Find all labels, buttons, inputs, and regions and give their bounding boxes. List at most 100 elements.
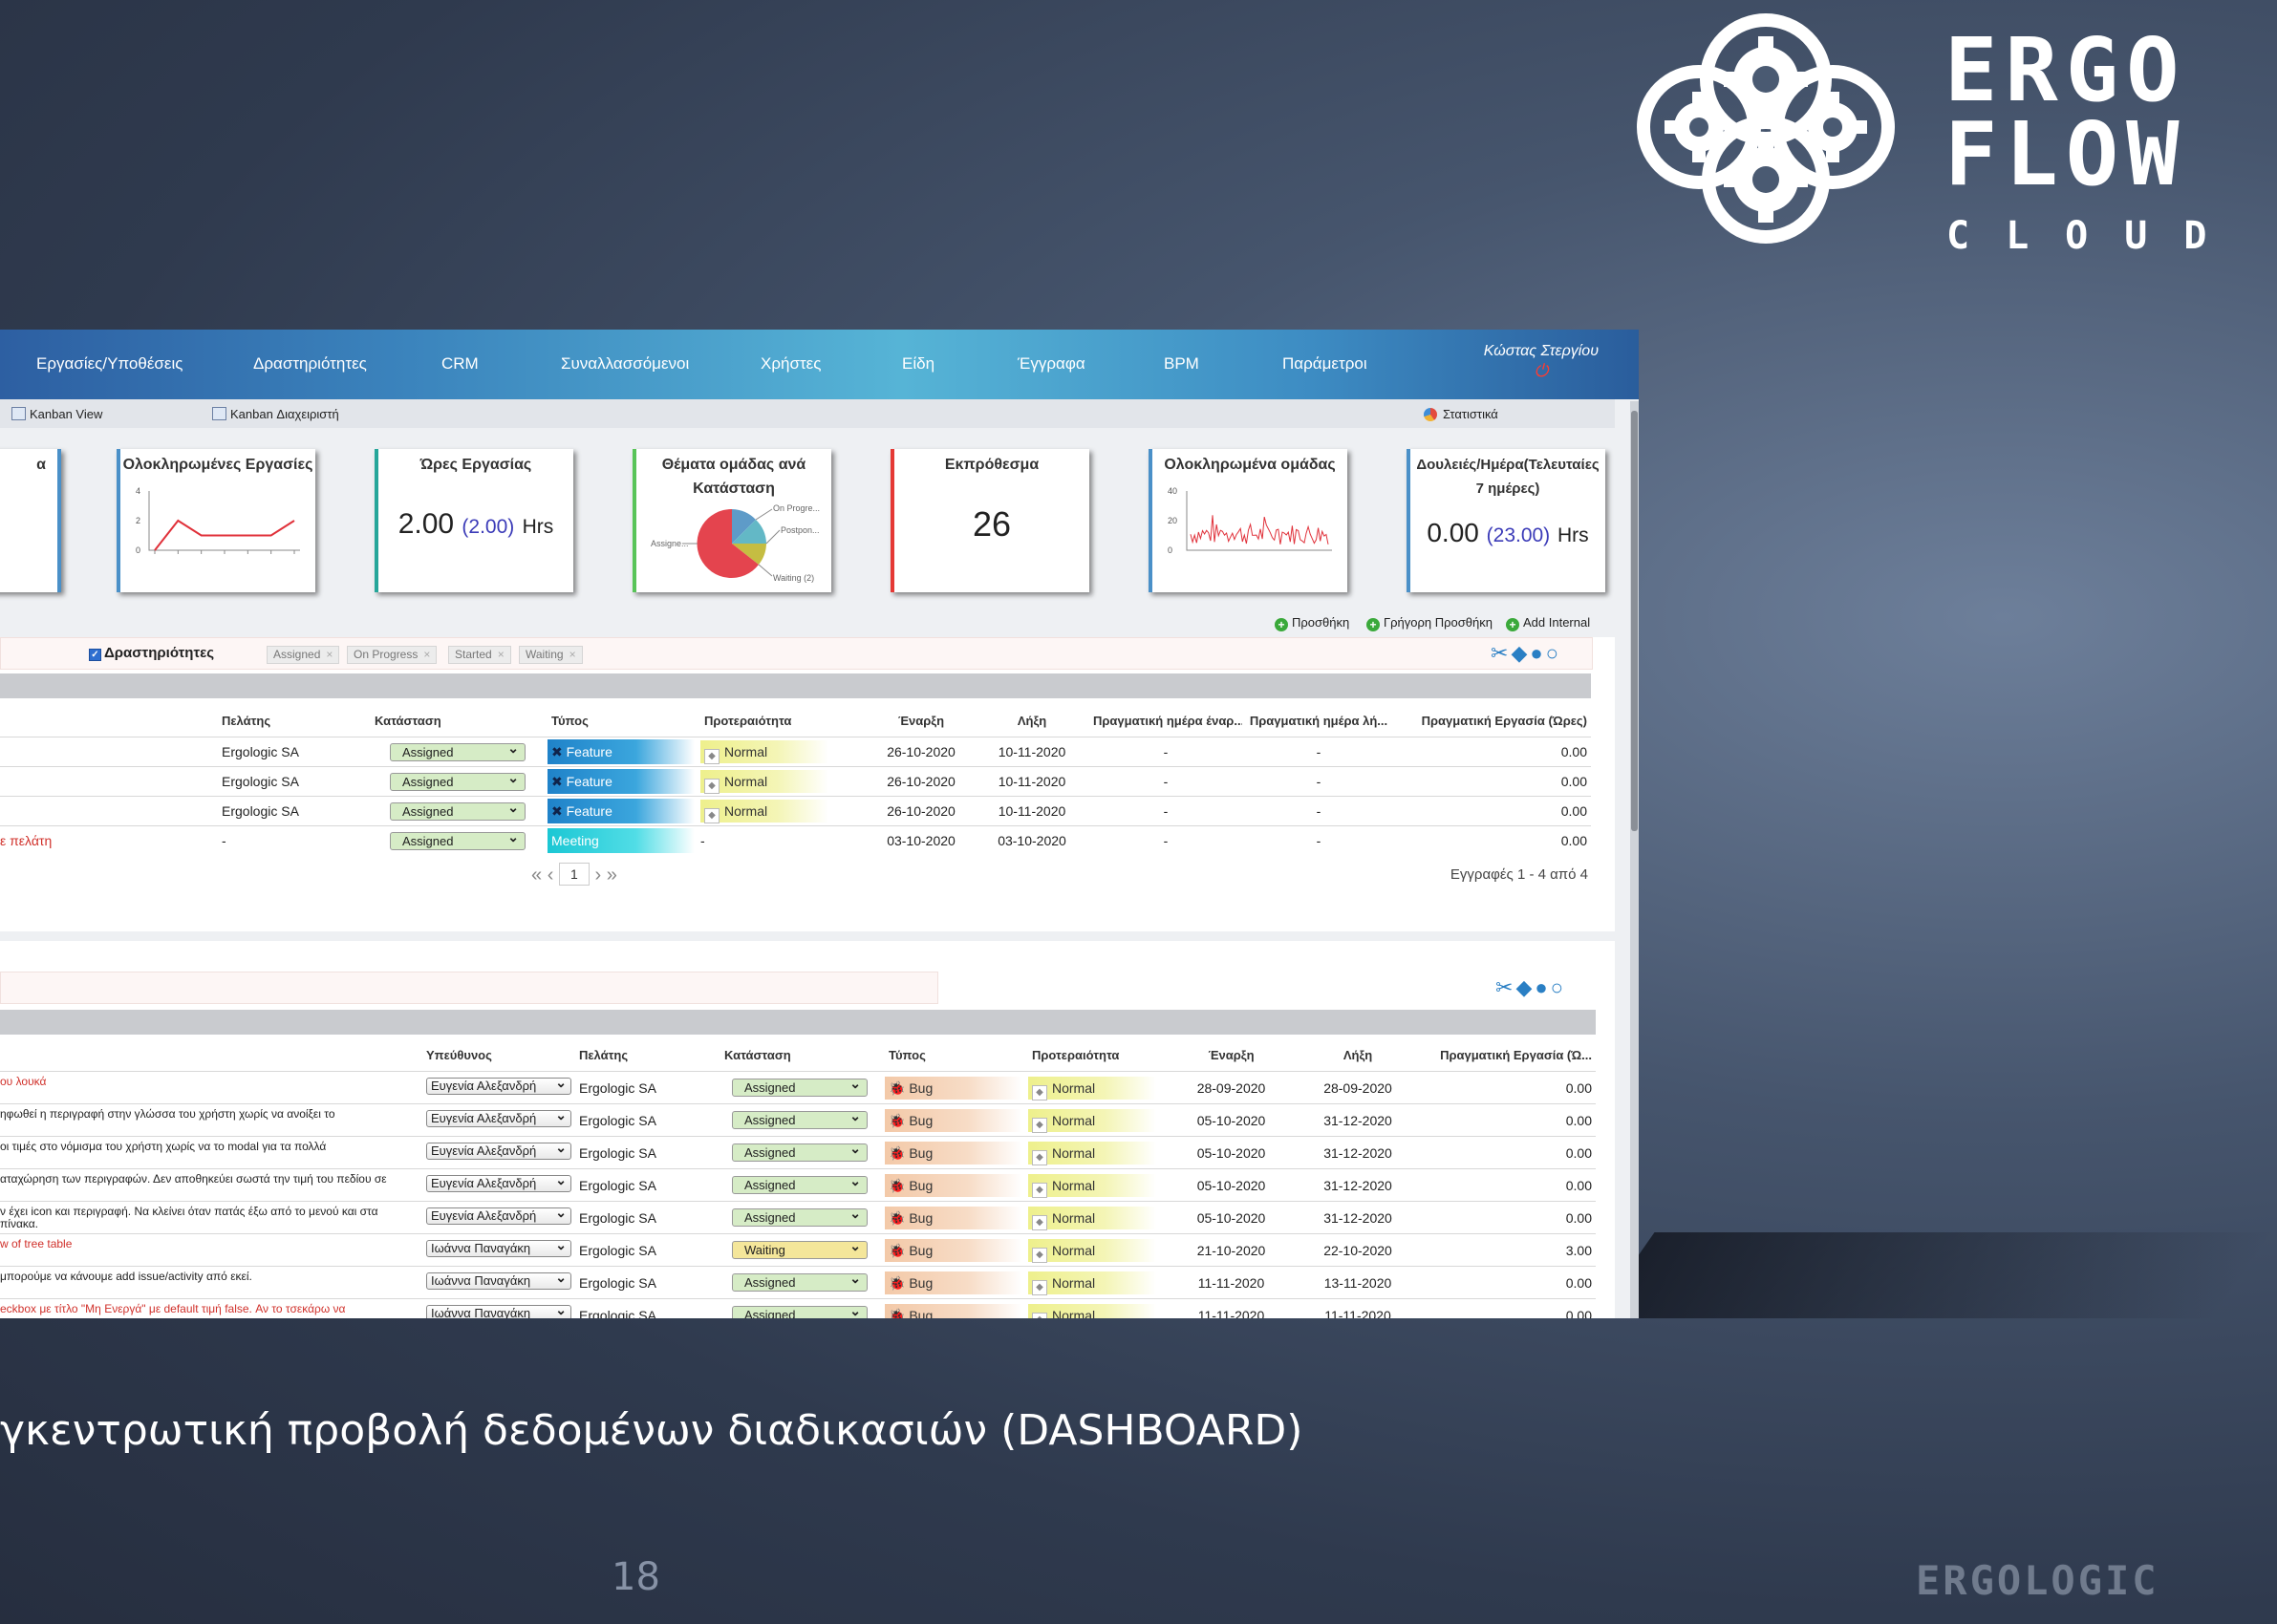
refresh-icon[interactable]: ○ bbox=[1546, 641, 1561, 665]
column-header[interactable]: Έναρξη bbox=[868, 704, 975, 737]
kpi-card-team-issues[interactable]: Θέματα ομάδας ανά Κατάσταση On Progre... … bbox=[633, 449, 831, 592]
table-row[interactable]: Ergologic SA Assigned ✖ Feature ◆ Normal 26-1… bbox=[0, 737, 1591, 767]
vertical-scrollbar[interactable] bbox=[1630, 401, 1639, 1318]
column-header[interactable]: Τύπος bbox=[548, 704, 700, 737]
remove-chip-icon[interactable]: × bbox=[326, 648, 333, 661]
issue-title[interactable]: eckbox με τίτλο "Μη Ενεργά" με default τ… bbox=[0, 1298, 422, 1318]
status-select[interactable]: Assigned bbox=[732, 1206, 868, 1227]
column-header[interactable]: Προτεραιότητα bbox=[1028, 1038, 1167, 1072]
owner-select[interactable]: Ευγενία Αλεξανδρή bbox=[426, 1078, 571, 1095]
kanban-manager-link[interactable]: Kanban Διαχειριστή bbox=[212, 407, 339, 421]
activity-title[interactable] bbox=[0, 796, 218, 826]
column-header[interactable]: Λήξη bbox=[975, 704, 1089, 737]
kpi-card-team-completed[interactable]: Ολοκληρωμένα ομάδας 40 20 0 bbox=[1149, 449, 1347, 592]
nav-item-users[interactable]: Χρήστες bbox=[761, 354, 821, 374]
issue-title[interactable]: μπορούμε να κάνουμε add issue/activity α… bbox=[0, 1266, 422, 1299]
nav-item-parameters[interactable]: Παράμετροι bbox=[1282, 354, 1367, 374]
filter-chip[interactable]: Started × bbox=[448, 646, 511, 664]
search-icon[interactable]: ● bbox=[1535, 975, 1550, 999]
issue-title[interactable]: αταχώρηση των περιγραφών. Δεν αποθηκεύει… bbox=[0, 1168, 422, 1202]
status-select[interactable]: Assigned bbox=[732, 1076, 868, 1097]
owner-select[interactable]: Ιωάννα Παναγάκη bbox=[426, 1272, 571, 1290]
filter-chip[interactable]: On Progress × bbox=[347, 646, 438, 664]
owner-select[interactable]: Ευγενία Αλεξανδρή bbox=[426, 1143, 571, 1160]
table-row[interactable]: μπορούμε να κάνουμε add issue/activity α… bbox=[0, 1266, 1596, 1299]
status-select[interactable]: Assigned bbox=[732, 1141, 868, 1162]
table-row[interactable]: ν έχει icon και περιγραφή. Να κλείνει ότ… bbox=[0, 1201, 1596, 1234]
status-select[interactable]: Assigned bbox=[390, 829, 526, 850]
status-select[interactable]: Assigned bbox=[390, 770, 526, 791]
prev-page-icon[interactable]: ‹ bbox=[548, 865, 554, 886]
kpi-card-jobs-per-day[interactable]: Δουλειές/Ημέρα(Τελευταίες 7 ημέρες) 0.00 … bbox=[1407, 449, 1605, 592]
status-select[interactable]: Assigned bbox=[732, 1108, 868, 1129]
table-row[interactable]: ου λουκάΕυγενία ΑλεξανδρήErgologic SA Ass… bbox=[0, 1071, 1596, 1104]
status-select[interactable]: Assigned bbox=[732, 1271, 868, 1292]
filter-chip[interactable]: Waiting × bbox=[519, 646, 583, 664]
search-icon[interactable]: ● bbox=[1530, 641, 1545, 665]
kanban-view-link[interactable]: Kanban View bbox=[11, 407, 102, 421]
remove-chip-icon[interactable]: × bbox=[569, 648, 576, 661]
nav-item-bpm[interactable]: BPM bbox=[1164, 354, 1199, 374]
owner-select[interactable]: Ευγενία Αλεξανδρή bbox=[426, 1207, 571, 1225]
quick-add-button[interactable]: + Γρήγορη Προσθήκη bbox=[1366, 615, 1493, 631]
column-header[interactable]: Κατάσταση bbox=[720, 1038, 885, 1072]
table-row[interactable]: eckbox με τίτλο "Μη Ενεργά" με default τ… bbox=[0, 1298, 1596, 1318]
column-header[interactable]: Πραγματική ημέρα έναρ... bbox=[1089, 704, 1242, 737]
status-select[interactable]: Assigned bbox=[732, 1173, 868, 1194]
nav-item-contacts[interactable]: Συναλλασσόμενοι bbox=[561, 354, 689, 374]
kpi-card-completed-tasks[interactable]: Ολοκληρωμένες Εργασίες 4 2 0 bbox=[117, 449, 315, 592]
next-page-icon[interactable]: › bbox=[594, 865, 601, 886]
kpi-card-overdue[interactable]: Εκπρόθεσμα 26 bbox=[891, 449, 1089, 592]
nav-item-tasks[interactable]: Εργασίες/Υποθέσεις bbox=[36, 354, 183, 374]
remove-chip-icon[interactable]: × bbox=[423, 648, 430, 661]
power-icon[interactable]: ⏻ bbox=[1484, 362, 1599, 379]
add-button[interactable]: + Προσθήκη bbox=[1275, 615, 1349, 631]
page-number-input[interactable]: 1 bbox=[558, 863, 590, 886]
column-header[interactable]: Υπεύθυνος bbox=[422, 1038, 575, 1072]
column-header[interactable]: Κατάσταση bbox=[371, 704, 548, 737]
issue-title[interactable]: ου λουκά bbox=[0, 1071, 422, 1104]
remove-chip-icon[interactable]: × bbox=[498, 648, 505, 661]
issue-title[interactable]: ηφωθεί η περιγραφή στην γλώσσα του χρήστ… bbox=[0, 1103, 422, 1137]
statistics-link[interactable]: Στατιστικά bbox=[1424, 407, 1498, 421]
status-select[interactable]: Assigned bbox=[732, 1303, 868, 1318]
column-header[interactable]: Λήξη bbox=[1296, 1038, 1420, 1072]
tools-icon[interactable]: ✂ bbox=[1491, 641, 1511, 665]
eraser-icon[interactable]: ◆ bbox=[1511, 641, 1530, 665]
status-select[interactable]: Assigned bbox=[390, 740, 526, 761]
filter-chip[interactable]: Assigned × bbox=[267, 646, 340, 664]
column-header[interactable]: Πελάτης bbox=[218, 704, 371, 737]
scrollbar-thumb[interactable] bbox=[1631, 411, 1638, 831]
user-menu[interactable]: Κώστας Στεργίου ⏻ bbox=[1484, 343, 1599, 379]
status-select[interactable]: Waiting bbox=[732, 1238, 868, 1259]
table-row[interactable]: ηφωθεί η περιγραφή στην γλώσσα του χρήστ… bbox=[0, 1103, 1596, 1137]
owner-select[interactable]: Ιωάννα Παναγάκη bbox=[426, 1240, 571, 1257]
column-header[interactable]: Πελάτης bbox=[575, 1038, 720, 1072]
nav-item-documents[interactable]: Έγγραφα bbox=[1018, 354, 1085, 374]
activities-checkbox[interactable]: ✓ Δραστηριότητες bbox=[89, 645, 214, 661]
owner-select[interactable]: Ιωάννα Παναγάκη bbox=[426, 1305, 571, 1318]
column-header[interactable]: Προτεραιότητα bbox=[700, 704, 868, 737]
nav-item-items[interactable]: Είδη bbox=[902, 354, 934, 374]
nav-item-crm[interactable]: CRM bbox=[441, 354, 479, 374]
issue-title[interactable]: οι τιμές στο νόμισμα του χρήστη χωρίς να… bbox=[0, 1136, 422, 1169]
issue-title[interactable]: w of tree table bbox=[0, 1233, 422, 1267]
first-page-icon[interactable]: « bbox=[531, 865, 542, 886]
activity-title[interactable] bbox=[0, 766, 218, 797]
table-row[interactable]: οι τιμές στο νόμισμα του χρήστη χωρίς να… bbox=[0, 1136, 1596, 1169]
activity-title[interactable] bbox=[0, 737, 218, 767]
owner-select[interactable]: Ευγενία Αλεξανδρή bbox=[426, 1110, 571, 1127]
last-page-icon[interactable]: » bbox=[607, 865, 617, 886]
column-header[interactable]: Πραγματική Εργασία (Ώ... bbox=[1420, 1038, 1596, 1072]
column-header[interactable]: Πραγματική Εργασία (Ώρες) bbox=[1395, 704, 1591, 737]
refresh-icon[interactable]: ○ bbox=[1551, 975, 1566, 999]
table-row[interactable]: Ergologic SA Assigned ✖ Feature ◆ Normal 26-1… bbox=[0, 796, 1591, 826]
eraser-icon[interactable]: ◆ bbox=[1515, 975, 1535, 999]
add-internal-button[interactable]: + Add Internal bbox=[1506, 615, 1590, 631]
status-select[interactable]: Assigned bbox=[390, 800, 526, 821]
table-row[interactable]: ε πελάτη-AssignedMeeting-03-10-202003-10… bbox=[0, 825, 1591, 855]
owner-select[interactable]: Ευγενία Αλεξανδρή bbox=[426, 1175, 571, 1192]
table-row[interactable]: αταχώρηση των περιγραφών. Δεν αποθηκεύει… bbox=[0, 1168, 1596, 1202]
kpi-card-work-hours[interactable]: Ώρες Εργασίας 2.00 (2.00) Hrs bbox=[375, 449, 573, 592]
tools-icon[interactable]: ✂ bbox=[1495, 975, 1515, 999]
